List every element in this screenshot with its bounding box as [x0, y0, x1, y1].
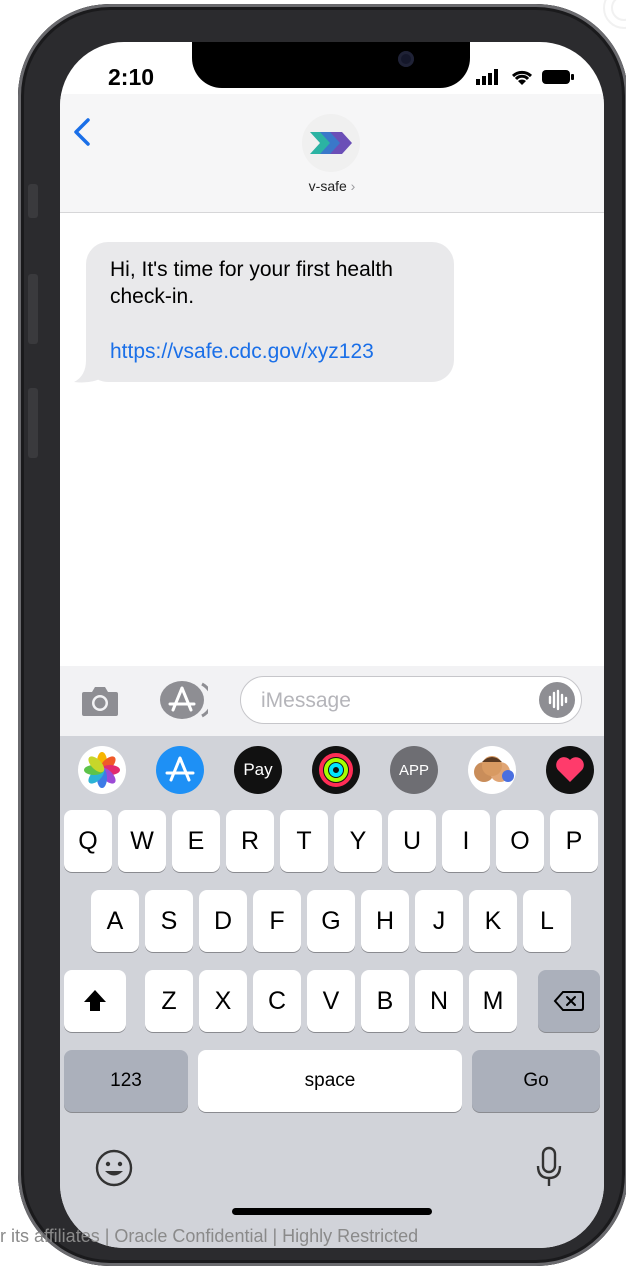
photos-icon[interactable]	[78, 746, 126, 794]
key-l[interactable]: L	[523, 890, 571, 952]
delete-key[interactable]	[538, 970, 600, 1032]
key-k[interactable]: K	[469, 890, 517, 952]
contact-chevron-icon: ›	[350, 178, 356, 194]
microphone-icon[interactable]	[534, 1146, 564, 1190]
key-z[interactable]: Z	[145, 970, 193, 1032]
notch	[192, 42, 470, 88]
message-input-bar: iMessage	[60, 666, 604, 736]
contact-name-label: v-safe	[308, 178, 347, 194]
status-icons	[476, 68, 574, 86]
silent-switch	[28, 184, 38, 218]
back-chevron-icon[interactable]	[66, 114, 102, 150]
battery-icon	[542, 70, 574, 84]
heart-icon	[556, 757, 584, 782]
key-c[interactable]: C	[253, 970, 301, 1032]
key-o[interactable]: O	[496, 810, 544, 872]
key-r[interactable]: R	[226, 810, 274, 872]
key-m[interactable]: M	[469, 970, 517, 1032]
key-u[interactable]: U	[388, 810, 436, 872]
status-time: 2:10	[108, 64, 155, 90]
key-s[interactable]: S	[145, 890, 193, 952]
key-g[interactable]: G	[307, 890, 355, 952]
key-a[interactable]: A	[91, 890, 139, 952]
key-w[interactable]: W	[118, 810, 166, 872]
vsafe-logo-icon	[310, 132, 352, 154]
app-store-icon[interactable]	[156, 746, 204, 794]
apple-pay-icon[interactable]: Pay	[234, 746, 282, 794]
key-i[interactable]: I	[442, 810, 490, 872]
key-h[interactable]: H	[361, 890, 409, 952]
space-key[interactable]: space	[198, 1050, 462, 1112]
bubble-tail	[74, 352, 102, 383]
imessage-input[interactable]: iMessage	[240, 676, 582, 724]
activity-icon[interactable]	[312, 746, 360, 794]
keyboard: Pay APP Q W E R T Y U I O P A S D F G H …	[60, 736, 604, 1248]
digital-touch-icon[interactable]	[546, 746, 594, 794]
photos-flower-icon	[84, 752, 120, 788]
conversation-header: v-safe ›	[60, 94, 604, 213]
backspace-icon	[553, 991, 584, 1011]
app-store-button-icon[interactable]	[160, 680, 208, 720]
activity-rings-icon	[319, 753, 353, 787]
key-d[interactable]: D	[199, 890, 247, 952]
contact-name[interactable]: v-safe ›	[60, 178, 604, 194]
volume-up-button	[28, 274, 38, 344]
message-link[interactable]: https://vsafe.cdc.gov/xyz123	[110, 340, 374, 364]
home-indicator[interactable]	[232, 1208, 432, 1215]
camera-icon[interactable]	[80, 684, 120, 718]
go-key[interactable]: Go	[472, 1050, 600, 1112]
app-icon[interactable]: APP	[390, 746, 438, 794]
key-b[interactable]: B	[361, 970, 409, 1032]
waveform-icon	[548, 689, 568, 711]
audio-message-icon[interactable]	[539, 682, 575, 718]
contact-avatar[interactable]	[302, 114, 360, 172]
key-t[interactable]: T	[280, 810, 328, 872]
memoji-icon[interactable]	[468, 746, 516, 794]
shift-arrow-icon	[84, 990, 106, 1011]
key-e[interactable]: E	[172, 810, 220, 872]
confidentiality-footer: r its affiliates | Oracle Confidential |…	[0, 1226, 419, 1246]
shift-key[interactable]	[64, 970, 126, 1032]
signal-icon	[476, 69, 498, 85]
imessage-placeholder: iMessage	[261, 689, 351, 712]
key-j[interactable]: J	[415, 890, 463, 952]
key-v[interactable]: V	[307, 970, 355, 1032]
received-message-bubble: Hi, It's time for your first health chec…	[86, 242, 454, 382]
message-text: Hi, It's time for your first health chec…	[110, 258, 393, 308]
key-q[interactable]: Q	[64, 810, 112, 872]
phone-screen: 2:10 v-safe › Hi, It's time for your fir…	[60, 42, 604, 1248]
key-y[interactable]: Y	[334, 810, 382, 872]
apple-pay-label: Pay	[243, 760, 273, 779]
emoji-icon[interactable]	[94, 1148, 134, 1188]
memoji-faces-icon	[474, 756, 514, 782]
app-store-glyph-icon	[165, 756, 195, 782]
numbers-key[interactable]: 123	[64, 1050, 188, 1112]
wifi-icon	[511, 70, 533, 85]
key-f[interactable]: F	[253, 890, 301, 952]
key-p[interactable]: P	[550, 810, 598, 872]
volume-down-button	[28, 388, 38, 458]
key-x[interactable]: X	[199, 970, 247, 1032]
app-icon-label: APP	[398, 761, 429, 779]
key-n[interactable]: N	[415, 970, 463, 1032]
front-camera	[398, 51, 414, 67]
imessage-app-strip: Pay APP	[60, 736, 604, 808]
